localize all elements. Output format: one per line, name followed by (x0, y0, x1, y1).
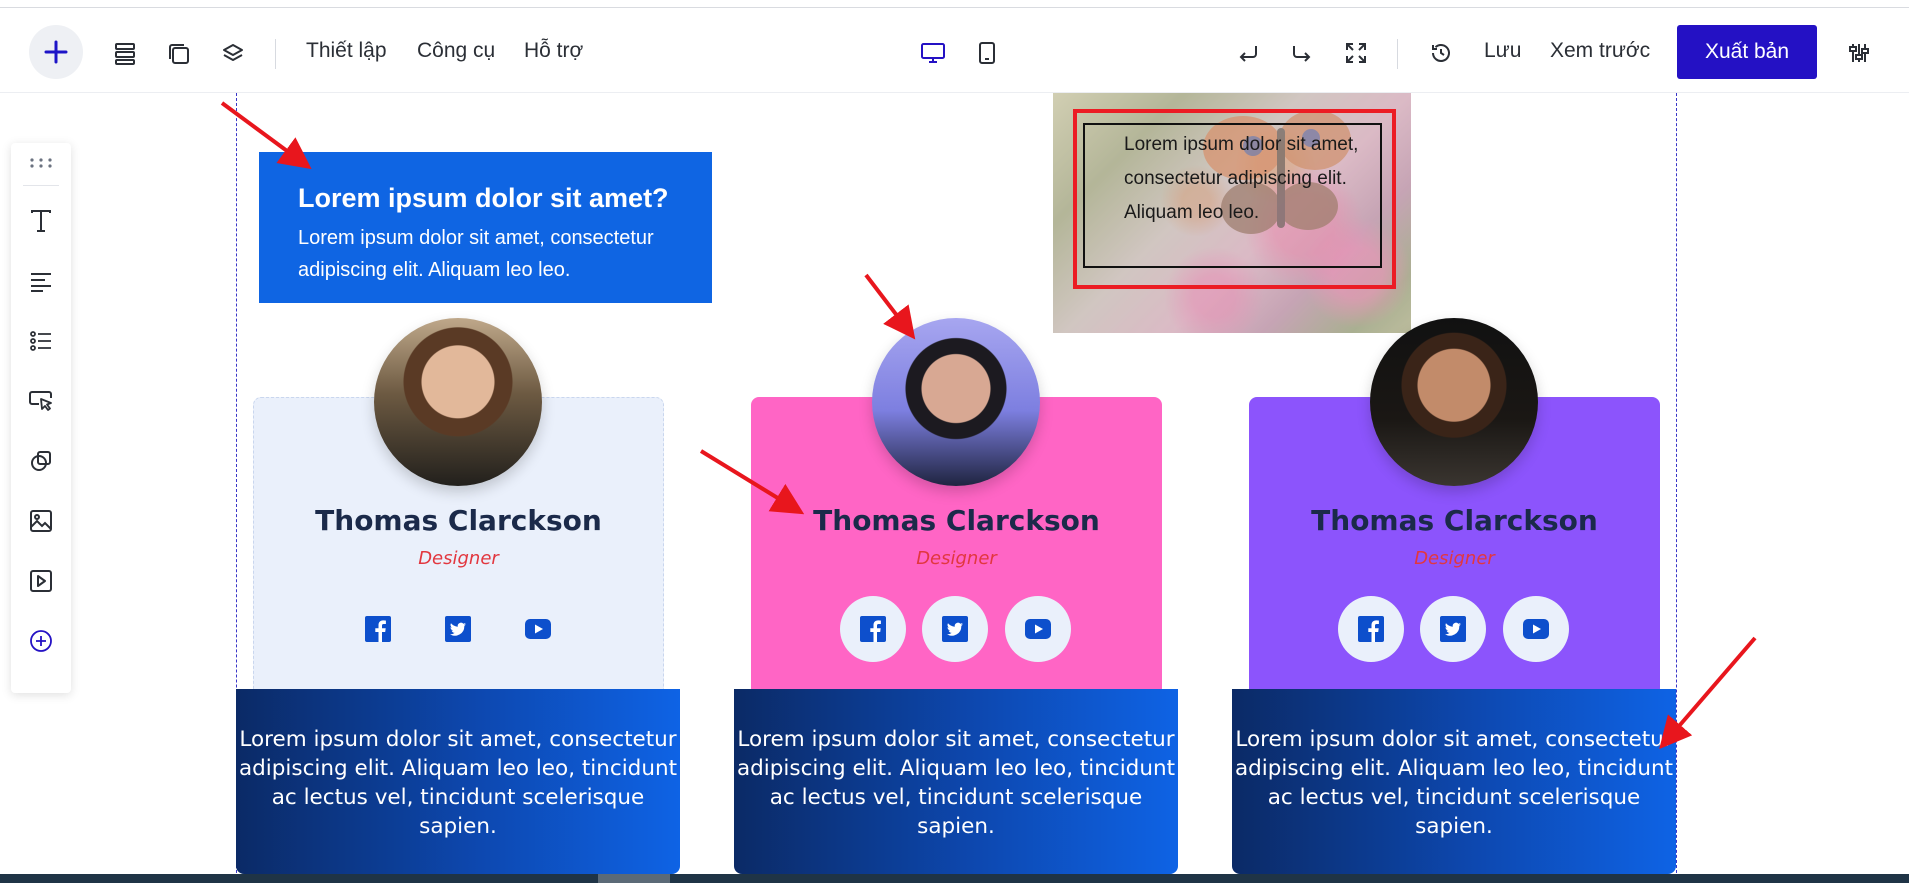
sidebar-item-image[interactable] (11, 501, 71, 541)
redo-button[interactable] (1286, 37, 1318, 69)
youtube-icon (1523, 619, 1549, 639)
preview-button[interactable]: Xem trước (1550, 39, 1650, 63)
twitter-link-3[interactable] (1420, 596, 1486, 662)
facebook-link-2[interactable] (840, 596, 906, 662)
member-role-1[interactable]: Designer (253, 548, 664, 569)
history-icon (1432, 44, 1450, 62)
twitter-icon (1440, 616, 1466, 642)
desktop-view-button[interactable] (917, 37, 949, 69)
member-role-3[interactable]: Designer (1249, 548, 1660, 569)
member-name-2[interactable]: Thomas Clarckson (751, 504, 1162, 537)
menu-support[interactable]: Hỗ trợ (524, 39, 583, 63)
paragraph-icon (31, 273, 51, 292)
drag-handle-icon (30, 158, 52, 168)
youtube-icon (525, 619, 551, 639)
plus-icon (44, 40, 68, 64)
toolbar-divider (1397, 39, 1398, 69)
sidebar-item-shape[interactable] (11, 441, 71, 481)
facebook-link-1[interactable] (345, 596, 411, 662)
element-sidebar (11, 143, 71, 693)
sidebar-item-more[interactable] (11, 621, 71, 661)
scrollbar-thumb[interactable] (598, 874, 670, 883)
promo-block[interactable]: Lorem ipsum dolor sit amet? Lorem ipsum … (259, 152, 712, 303)
window-top-border (0, 0, 1909, 8)
save-button[interactable]: Lưu (1484, 39, 1521, 63)
page-settings-button[interactable] (1843, 37, 1875, 69)
pages-button[interactable] (164, 39, 194, 69)
youtube-link-3[interactable] (1503, 596, 1569, 662)
facebook-icon (365, 616, 391, 642)
avatar-3[interactable] (1370, 318, 1538, 486)
avatar-1[interactable] (374, 318, 542, 486)
member-name-3[interactable]: Thomas Clarckson (1249, 504, 1660, 537)
button-cursor-icon (29, 391, 52, 411)
youtube-icon (1025, 619, 1051, 639)
add-circle-icon (30, 630, 52, 652)
publish-button[interactable]: Xuất bản (1677, 25, 1817, 79)
menu-settings[interactable]: Thiết lập (306, 39, 387, 63)
pages-icon (169, 44, 189, 64)
sidebar-drag-handle[interactable] (11, 143, 71, 183)
sidebar-item-video[interactable] (11, 561, 71, 601)
sliders-icon (1849, 44, 1869, 62)
editor-toolbar: Thiết lập Công cụ Hỗ trợ Lưu Xem trước X… (0, 9, 1909, 93)
fullscreen-icon (1346, 43, 1366, 63)
facebook-icon (1358, 616, 1384, 642)
undo-icon (1239, 46, 1257, 62)
redo-icon (1293, 46, 1311, 62)
text-icon (31, 210, 51, 232)
twitter-link-2[interactable] (922, 596, 988, 662)
horizontal-scrollbar[interactable] (0, 874, 1909, 883)
canvas-right-guide (1676, 93, 1677, 883)
promo-text: Lorem ipsum dolor sit amet, consectetur … (298, 227, 654, 281)
quote-block-3[interactable]: Lorem ipsum dolor sit amet, consectetur … (1232, 689, 1676, 874)
member-role-2[interactable]: Designer (751, 548, 1162, 569)
twitter-icon (942, 616, 968, 642)
mobile-view-button[interactable] (971, 37, 1003, 69)
quote-block-1[interactable]: Lorem ipsum dolor sit amet, consectetur … (236, 689, 680, 874)
desktop-icon (921, 43, 945, 63)
layers-button[interactable] (218, 39, 248, 69)
twitter-icon (445, 616, 471, 642)
shape-icon (31, 451, 51, 471)
red-arrow-2 (864, 273, 916, 340)
sidebar-item-paragraph[interactable] (11, 261, 71, 301)
quote-block-2[interactable]: Lorem ipsum dolor sit amet, consectetur … (734, 689, 1178, 874)
twitter-link-1[interactable] (425, 596, 491, 662)
image-caption[interactable]: Lorem ipsum dolor sit amet, consectetur … (1124, 128, 1386, 230)
tablet-icon (979, 42, 995, 64)
red-arrow-4 (1659, 636, 1757, 750)
toolbar-divider (275, 39, 276, 69)
youtube-link-2[interactable] (1005, 596, 1071, 662)
layers-icon (223, 44, 243, 61)
sidebar-item-list[interactable] (11, 321, 71, 361)
add-element-button[interactable] (29, 25, 83, 79)
member-name-1[interactable]: Thomas Clarckson (253, 504, 664, 537)
history-button[interactable] (1425, 37, 1457, 69)
fullscreen-button[interactable] (1340, 37, 1372, 69)
undo-button[interactable] (1232, 37, 1264, 69)
sidebar-item-text[interactable] (11, 201, 71, 241)
menu-tools[interactable]: Công cụ (417, 39, 495, 63)
facebook-link-3[interactable] (1338, 596, 1404, 662)
video-icon (30, 570, 52, 592)
sidebar-divider (23, 185, 59, 186)
facebook-icon (860, 616, 886, 642)
sidebar-item-button[interactable] (11, 381, 71, 421)
sections-icon (115, 43, 135, 65)
sections-button[interactable] (110, 39, 140, 69)
promo-title: Lorem ipsum dolor sit amet? (298, 183, 669, 213)
avatar-2[interactable] (872, 318, 1040, 486)
youtube-link-1[interactable] (505, 596, 571, 662)
list-icon (30, 331, 51, 351)
image-icon (30, 510, 52, 532)
